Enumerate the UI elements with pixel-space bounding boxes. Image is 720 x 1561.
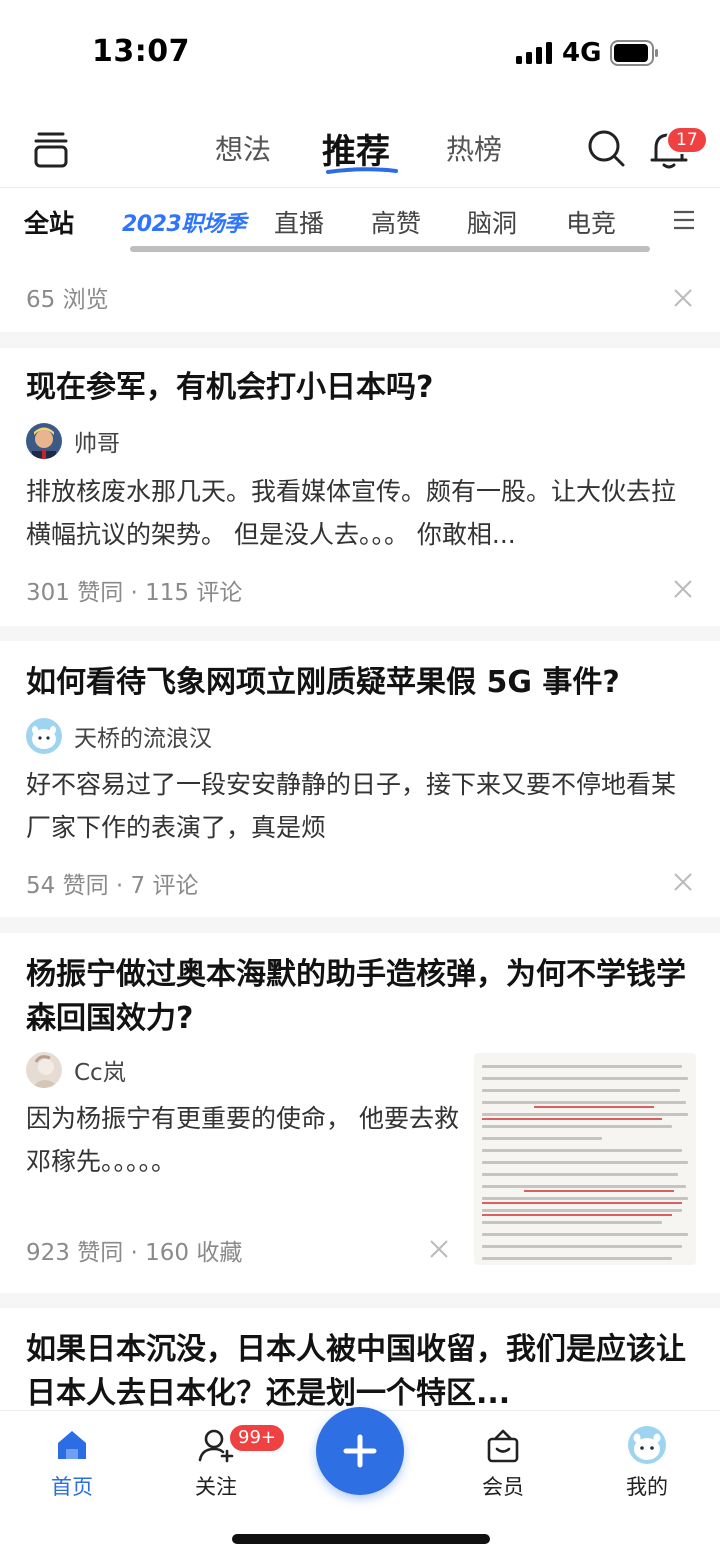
avatar — [628, 1426, 666, 1464]
card-thumbnail[interactable] — [474, 1053, 696, 1265]
tab-me-label: 我的 — [626, 1475, 668, 1499]
tab-follow-label: 关注 — [195, 1475, 237, 1499]
stack-menu-icon[interactable] — [30, 128, 72, 170]
top-nav: 想法 推荐 热榜 17 — [0, 110, 720, 188]
feed-card[interactable]: 杨振宁做过奥本海默的助手造核弹，为何不学钱学森回国效力? Cc岚 因为杨振宁有更… — [0, 933, 720, 1293]
author-name: 天桥的流浪汉 — [74, 726, 212, 752]
card-meta: 923 赞同 · 160 收藏 — [26, 1240, 243, 1266]
signal-icon — [516, 42, 552, 64]
card-excerpt[interactable]: 因为杨振宁有更重要的使命， 他要去救邓稼先。。。。。 — [26, 1097, 462, 1183]
close-icon[interactable] — [673, 288, 693, 308]
app-screen: 13:07 4G 想法 推荐 热榜 17 全站 2023职场季 直播 高赞 脑洞… — [0, 0, 720, 1561]
home-icon — [58, 1431, 86, 1459]
cut-off-text — [130, 242, 650, 256]
author-name: Cc岚 — [74, 1060, 126, 1086]
active-tab-underline — [326, 167, 398, 174]
category-all[interactable]: 全站 — [24, 204, 74, 240]
tab-hot-list[interactable]: 热榜 — [446, 128, 502, 168]
close-icon[interactable] — [673, 579, 693, 599]
card-author[interactable]: Cc岚 — [26, 1051, 126, 1089]
status-time: 13:07 — [92, 34, 190, 69]
category-brainstorm[interactable]: 脑洞 — [467, 204, 517, 240]
card-title[interactable]: 现在参军，有机会打小日本吗? — [26, 366, 694, 410]
tab-vip-label: 会员 — [482, 1475, 524, 1499]
create-post-button[interactable] — [316, 1407, 404, 1495]
avatar[interactable] — [26, 1052, 62, 1088]
plus-icon — [343, 1434, 377, 1468]
avatar[interactable] — [26, 423, 62, 459]
tab-me[interactable]: 我的 — [597, 1425, 697, 1501]
feed-card[interactable]: 现在参军，有机会打小日本吗? 帅哥 排放核废水那几天。我看媒体宣传。颇有一股。让… — [0, 348, 720, 626]
vip-bag-icon — [487, 1429, 519, 1463]
card-title[interactable]: 如果日本沉没，日本人被中国收留，我们是应该让日本人去日本化？还是划一个特区... — [26, 1328, 694, 1416]
category-top-voted[interactable]: 高赞 — [371, 204, 421, 240]
tab-home[interactable]: 首页 — [22, 1425, 122, 1501]
category-career-season[interactable]: 2023职场季 — [122, 206, 246, 238]
category-live[interactable]: 直播 — [274, 204, 324, 240]
avatar[interactable] — [26, 718, 62, 754]
follow-badge: 99+ — [228, 1423, 286, 1453]
card-title[interactable]: 如何看待飞象网项立刚质疑苹果假 5G 事件? — [26, 661, 694, 705]
tab-vip[interactable]: 会员 — [453, 1425, 553, 1501]
home-indicator[interactable] — [232, 1534, 490, 1544]
tab-ideas[interactable]: 想法 — [215, 128, 271, 168]
feed-card-partial[interactable]: 65 浏览 — [0, 246, 720, 332]
card-title[interactable]: 杨振宁做过奥本海默的助手造核弹，为何不学钱学森回国效力? — [26, 953, 694, 1041]
battery-icon — [610, 40, 658, 66]
network-label: 4G — [562, 38, 602, 68]
card-excerpt[interactable]: 好不容易过了一段安安静静的日子，接下来又要不停地看某厂家下作的表演了，真是烦 — [26, 763, 694, 849]
notification-badge: 17 — [666, 126, 708, 154]
hamburger-icon[interactable] — [672, 208, 696, 232]
close-icon[interactable] — [673, 872, 693, 892]
close-icon[interactable] — [429, 1239, 449, 1259]
card-excerpt[interactable]: 排放核废水那几天。我看媒体宣传。颇有一股。让大伙去拉横幅抗议的架势。 但是没人去… — [26, 470, 694, 556]
category-esports[interactable]: 电竞 — [566, 204, 616, 240]
search-icon[interactable] — [586, 128, 626, 168]
card-author[interactable]: 天桥的流浪汉 — [26, 717, 212, 755]
card-meta: 301 赞同 · 115 评论 — [26, 580, 243, 606]
tab-home-label: 首页 — [51, 1475, 93, 1499]
author-name: 帅哥 — [74, 431, 120, 457]
card-meta: 65 浏览 — [26, 287, 109, 313]
card-author[interactable]: 帅哥 — [26, 422, 120, 460]
feed-card[interactable]: 如何看待飞象网项立刚质疑苹果假 5G 事件? 天桥的流浪汉 好不容易过了一段安安… — [0, 641, 720, 917]
status-bar: 13:07 4G — [0, 0, 720, 110]
card-meta: 54 赞同 · 7 评论 — [26, 873, 199, 899]
